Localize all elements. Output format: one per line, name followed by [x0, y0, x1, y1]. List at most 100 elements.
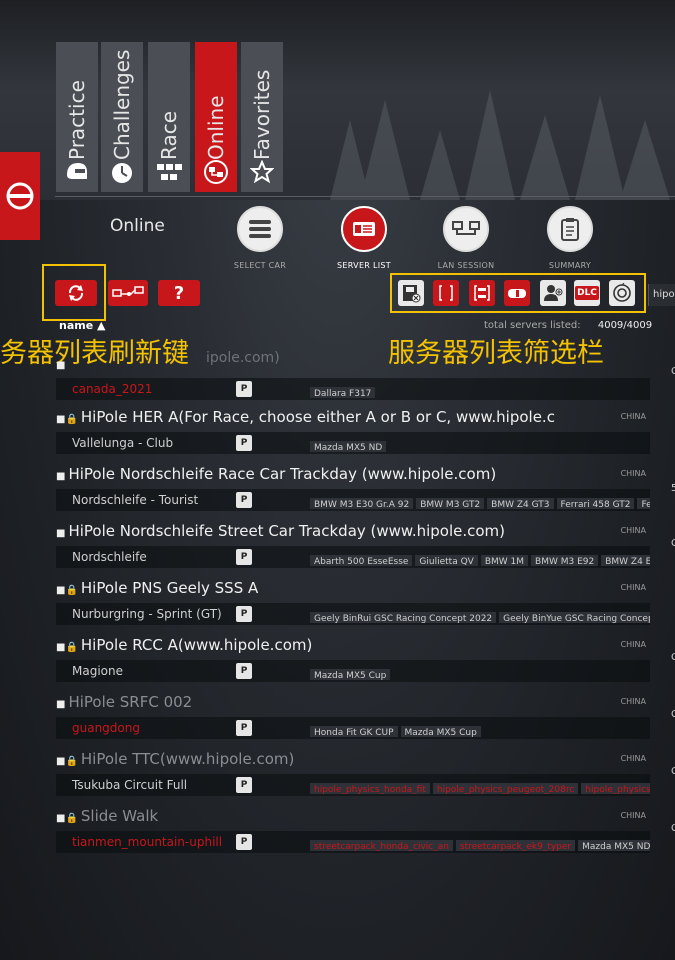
filter-dlc-icon[interactable]: DLC: [574, 280, 600, 306]
server-icon: ■: [56, 471, 66, 482]
filter-empty-icon[interactable]: [433, 280, 459, 306]
server-name-text: HiPole SRFC 002: [68, 693, 193, 711]
lan-direct-button[interactable]: [108, 280, 148, 306]
server-country: CHINA: [620, 583, 646, 592]
tab-practice[interactable]: Practice: [56, 42, 98, 192]
car-chip: Geely BinRui GSC Racing Concept 2022: [310, 612, 497, 623]
car-chip: streetcarpack_ek9_typer: [455, 840, 576, 851]
pickup-badge: P: [236, 435, 252, 451]
filter-full-icon[interactable]: [469, 280, 495, 306]
stopwatch-icon: [108, 158, 136, 186]
edge-char: 5: [671, 483, 675, 494]
pickup-badge: P: [236, 720, 252, 736]
tab-challenges[interactable]: Challenges: [101, 42, 143, 192]
server-track: Tsukuba Circuit Full: [72, 778, 188, 792]
pickup-badge: P: [236, 834, 252, 850]
filter-password-icon[interactable]: [504, 280, 530, 306]
server-row[interactable]: ■🔒 HiPole TTC(www.hipole.com) CHINA Tsukuba…: [56, 748, 650, 804]
server-track: guangdong: [72, 721, 140, 735]
car-chip: BMW 1M: [480, 555, 529, 566]
lan-session-button[interactable]: LAN SESSION: [421, 206, 511, 270]
server-row[interactable]: ■🔒 HiPole HER A(For Race, choose either A…: [56, 406, 650, 462]
edge-char: C: [671, 766, 675, 777]
server-row[interactable]: ■🔒 HiPole PNS Geely SSS A CHINA Nurburgring…: [56, 577, 650, 633]
search-input[interactable]: hipol: [648, 284, 675, 306]
car-chip: hipole_physics_peugeot_208rc: [432, 783, 579, 794]
dlc-label: DLC: [575, 286, 599, 300]
lock-icon: ■🔒: [56, 414, 78, 425]
forest-silhouette: [330, 90, 670, 200]
summary-button[interactable]: SUMMARY: [525, 206, 615, 270]
server-track: Nurburgring - Sprint (GT): [72, 607, 222, 621]
server-name-text: HiPole Nordschleife Street Car Trackday …: [68, 522, 506, 540]
server-details: tianmen_mountain-uphill Pstreetcarpack_ho…: [56, 831, 650, 853]
server-cars: Geely BinRui GSC Racing Concept 2022 Geel…: [310, 606, 650, 623]
refresh-icon: [68, 285, 84, 301]
select-car-button[interactable]: SELECT CAR: [215, 206, 305, 270]
star-icon: [248, 158, 276, 186]
car-chip: BMW Z4 E89: [601, 555, 650, 566]
tab-label: Practice: [65, 80, 89, 160]
filter-friends-icon[interactable]: [540, 280, 566, 306]
server-country: CHINA: [620, 811, 646, 820]
server-icon: ■: [56, 528, 66, 539]
car-icon: [237, 206, 283, 252]
help-button[interactable]: ?: [158, 280, 200, 306]
edge-char: C: [671, 823, 675, 834]
tab-favorites[interactable]: Favorites: [241, 42, 283, 192]
network-icon: [202, 158, 230, 186]
server-track: tianmen_mountain-uphill: [72, 835, 223, 849]
server-track: canada_2021: [72, 382, 153, 396]
server-icon: ■: [56, 699, 66, 710]
server-track: Nordschleife: [72, 550, 147, 564]
server-row[interactable]: ■ HiPole SRFC 002 CHINA guangdong P Honda Fit…: [56, 691, 650, 747]
lock-icon: ■🔒: [56, 756, 78, 767]
filter-disk-icon[interactable]: [398, 280, 424, 306]
car-chip: Giulietta QV: [415, 555, 478, 566]
page-title: Online: [110, 216, 165, 236]
server-row[interactable]: ■🔒 HiPole RCC A(www.hipole.com) CHINA Magio…: [56, 634, 650, 690]
tab-label: Online: [204, 95, 228, 160]
grid-cars-icon: [155, 158, 183, 186]
server-list-button[interactable]: SERVER LIST: [319, 206, 409, 270]
lock-icon: ■🔒: [56, 585, 78, 596]
server-row[interactable]: ■ canada_2021 P Dallara F317: [56, 352, 650, 408]
server-row[interactable]: ■ HiPole Nordschleife Street Car Trackday…: [56, 520, 650, 576]
server-track: Magione: [72, 664, 123, 678]
car-chip: Ferrari 458 GT2: [556, 498, 635, 509]
steering-wheel-icon: [6, 182, 34, 210]
total-servers: total servers listed: 4009/4009: [484, 320, 652, 331]
server-cars: Mazda MX5 ND: [310, 435, 650, 452]
car-chip: Geely BinYue GSC Racing Concept 2: [499, 612, 650, 623]
car-chip: Mazda MX5 Cup: [310, 669, 391, 680]
pickup-badge: P: [236, 663, 252, 679]
server-country: CHINA: [620, 526, 646, 535]
pickup-badge: P: [236, 606, 252, 622]
server-cars: hipole_physics_honda_fit hipole_physics_p…: [310, 777, 650, 794]
server-cars: streetcarpack_honda_civic_an streetcarpac…: [310, 834, 650, 851]
server-cars: BMW M3 E30 Gr.A 92 BMW M3 GT2 BMW Z4 GT3 Fe…: [310, 492, 650, 509]
refresh-button[interactable]: [55, 280, 97, 306]
car-chip: Mazda MX5 ND: [310, 441, 387, 452]
car-chip: streetcarpack_honda_civic_an: [310, 840, 453, 851]
server-cars: Dallara F317: [310, 381, 650, 398]
pickup-badge: P: [236, 492, 252, 508]
tab-online[interactable]: Online: [195, 42, 237, 192]
server-row[interactable]: ■🔒 Slide Walk CHINA tianmen_mountain-uphill…: [56, 805, 650, 861]
car-chip: BMW M3 E30 Gr.A 92: [310, 498, 414, 509]
server-details: Vallelunga - Club P Mazda MX5 ND: [56, 432, 650, 454]
filter-session-icon[interactable]: [609, 280, 635, 306]
server-name-text: HiPole TTC(www.hipole.com): [80, 750, 295, 768]
server-row[interactable]: ■ HiPole Nordschleife Race Car Trackday (…: [56, 463, 650, 519]
edge-char: C: [671, 538, 675, 549]
lock-icon: ■🔒: [56, 813, 78, 824]
app-logo[interactable]: [0, 152, 40, 240]
server-country: CHINA: [620, 412, 646, 421]
edge-char: C: [671, 652, 675, 663]
server-details: canada_2021 P Dallara F317: [56, 378, 650, 400]
tab-label: Race: [157, 110, 181, 160]
tab-race[interactable]: Race: [148, 42, 190, 192]
tab-label: Challenges: [110, 49, 134, 160]
car-chip: BMW M3 GT2: [416, 498, 485, 509]
server-details: Tsukuba Circuit Full Phipole_physics_hond…: [56, 774, 650, 796]
